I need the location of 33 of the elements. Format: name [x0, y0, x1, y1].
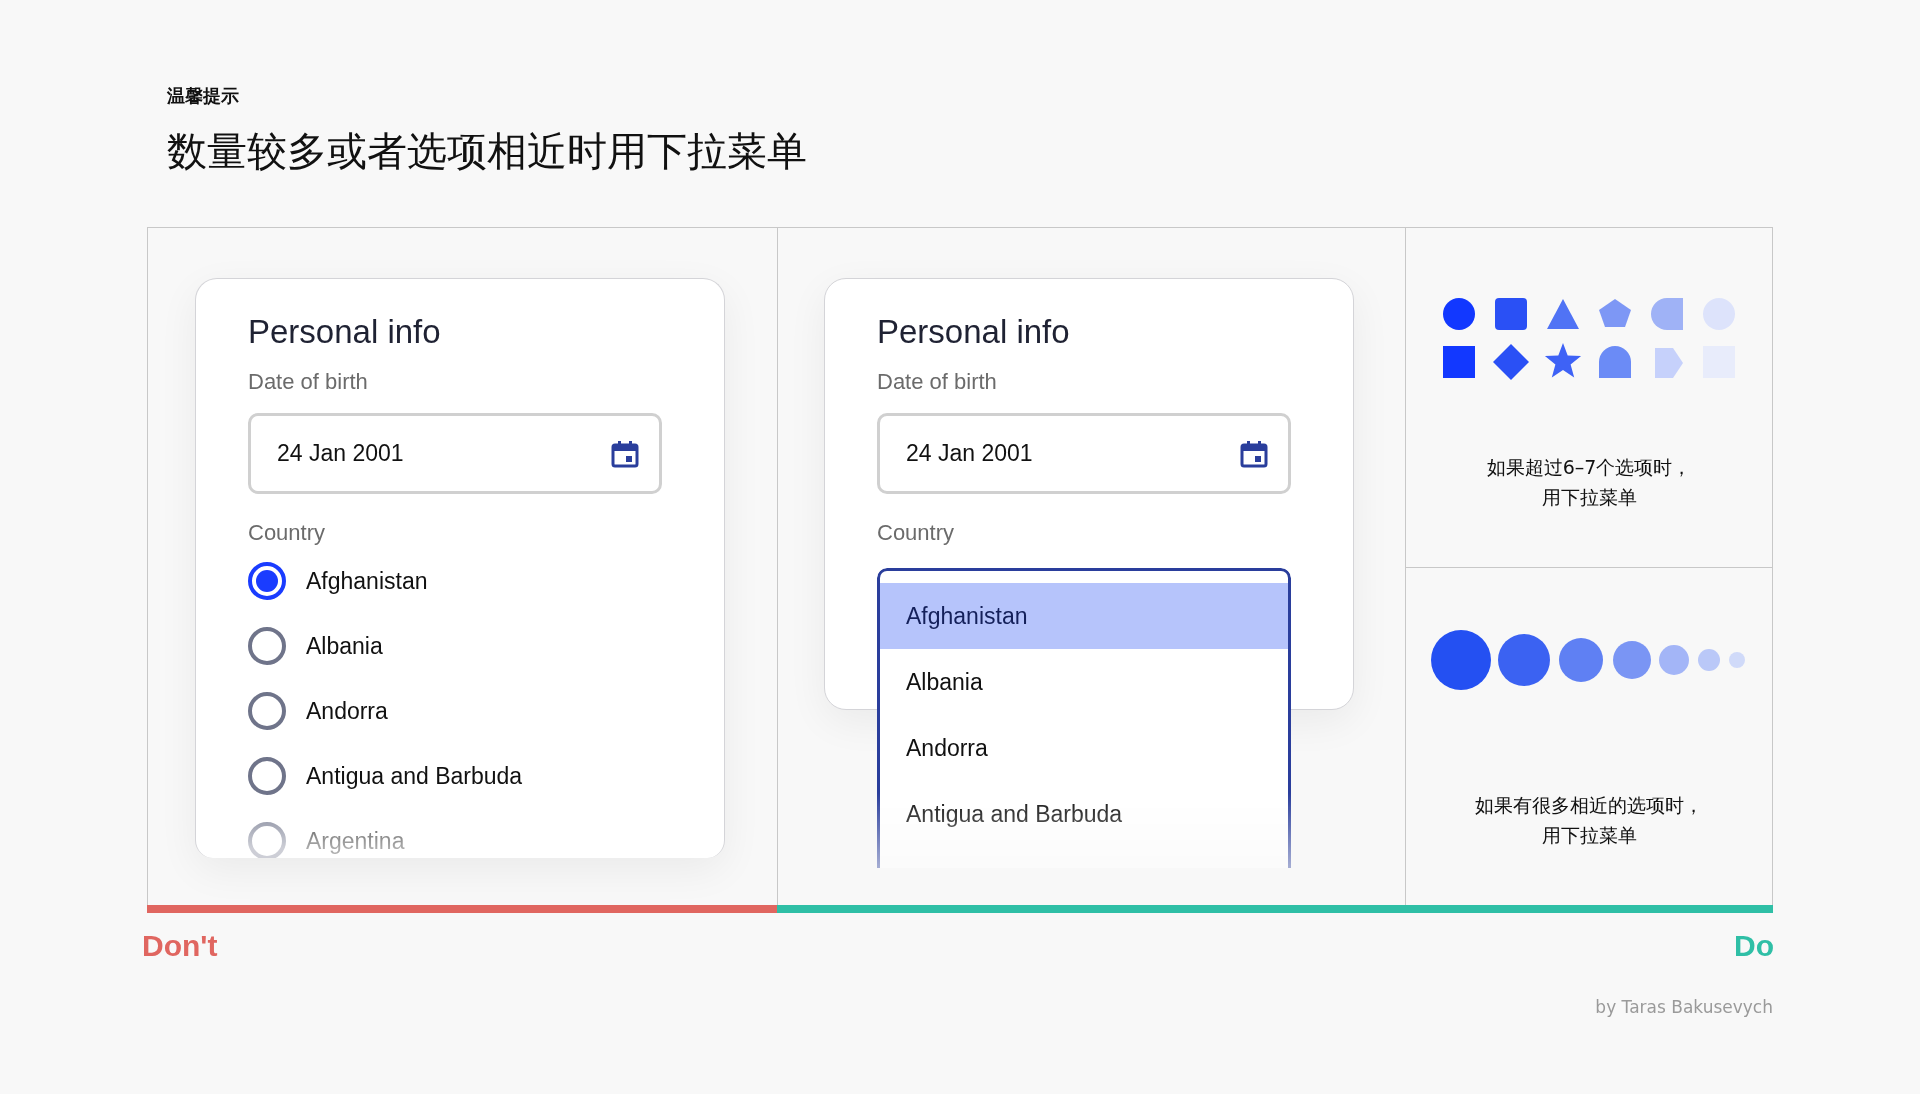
credit-text: by Taras Bakusevych: [1594, 997, 1773, 1017]
note-text: 用下拉菜单: [1540, 823, 1638, 848]
calendar-icon[interactable]: [611, 439, 639, 468]
dropdown-option[interactable]: Albania: [880, 649, 1288, 715]
dropdown-option[interactable]: Andorra: [880, 715, 1288, 781]
date-field[interactable]: 24 Jan 2001: [248, 413, 662, 494]
dropdown-option[interactable]: Afghanistan: [880, 583, 1288, 649]
verdict-label: Do: [1734, 929, 1774, 963]
option-label: Andorra: [306, 697, 388, 725]
note-text: 如果有很多相近的选项时，: [1475, 793, 1703, 818]
note-text: 如果超过6–7个选项时，: [1486, 455, 1692, 480]
slide-title: 数量较多或者选项相近时用下拉菜单: [167, 127, 808, 176]
radio-button[interactable]: [248, 822, 286, 858]
option-label: Afghanistan: [306, 567, 428, 595]
option-label: Albania: [306, 632, 383, 660]
field-label: Country: [248, 520, 327, 546]
card-title: Personal info: [248, 313, 442, 351]
calendar-icon[interactable]: [1240, 439, 1268, 468]
date-field[interactable]: 24 Jan 2001: [877, 413, 1291, 494]
field-label: Country: [877, 520, 956, 546]
option-label: Antigua and Barbuda: [306, 762, 523, 790]
radio-button[interactable]: [248, 627, 286, 665]
field-label: Date of birth: [248, 369, 369, 395]
card-title: Personal info: [877, 313, 1071, 351]
option-label: Argentina: [306, 827, 405, 855]
radio-button[interactable]: [248, 692, 286, 730]
verdict-label: Don't: [142, 929, 218, 963]
radio-button[interactable]: [248, 757, 286, 795]
note-text: 用下拉菜单: [1540, 485, 1638, 510]
eyebrow-text: 温馨提示: [167, 84, 240, 108]
radio-button[interactable]: [248, 562, 286, 600]
field-label: Date of birth: [877, 369, 998, 395]
dropdown-option[interactable]: Antigua and Barbuda: [880, 781, 1288, 847]
